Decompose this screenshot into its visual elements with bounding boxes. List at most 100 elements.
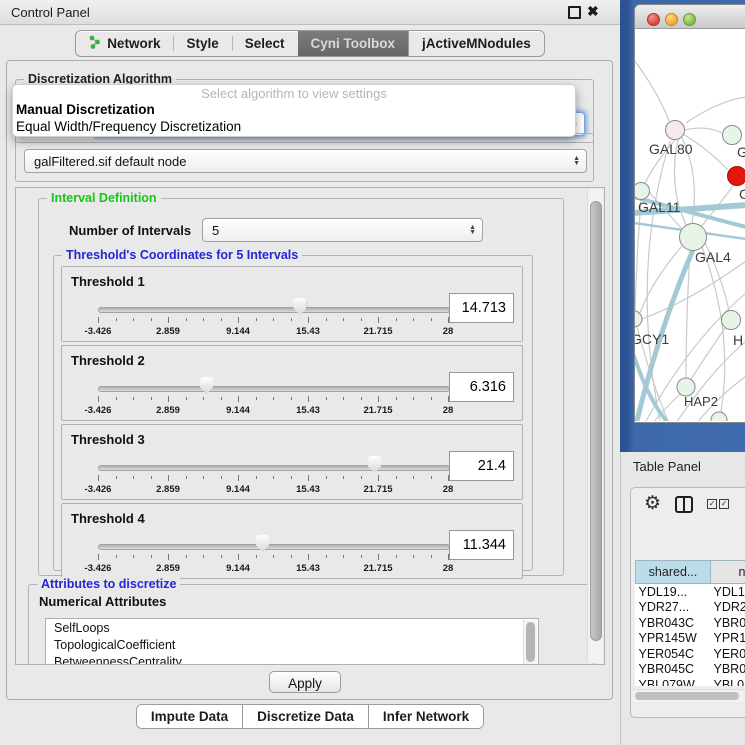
popup-prompt-item[interactable]: Select algorithm to view settings bbox=[13, 85, 575, 102]
tick-mark bbox=[238, 554, 239, 560]
settings-scrollbar[interactable] bbox=[587, 189, 603, 663]
algorithm-dropdown-popup: Select algorithm to view settings Manual… bbox=[12, 84, 576, 137]
number-of-intervals-combobox[interactable]: 5 ▲▼ bbox=[202, 218, 483, 242]
tick-label: 2.859 bbox=[156, 484, 180, 495]
threshold-value-field[interactable]: 14.713 bbox=[449, 293, 514, 323]
cell-name[interactable]: YPR1 bbox=[711, 631, 745, 647]
table-row[interactable]: YER054CYER0 bbox=[636, 646, 745, 662]
tick-mark bbox=[203, 555, 204, 558]
node-red bbox=[728, 167, 745, 186]
scrollbar-thumb[interactable] bbox=[590, 201, 602, 641]
cell-name[interactable]: YER0 bbox=[711, 646, 745, 662]
close-icon[interactable]: ✖ bbox=[587, 3, 599, 20]
tab-network[interactable]: Network bbox=[76, 31, 173, 56]
checkbox-icon[interactable]: ✓ bbox=[707, 499, 717, 509]
table-row[interactable]: YBL079WYBL0 bbox=[636, 677, 745, 686]
cell-name[interactable]: YBL0 bbox=[711, 677, 745, 686]
tick-mark bbox=[431, 555, 432, 558]
scrollbar-thumb[interactable] bbox=[526, 622, 535, 662]
tick-label: 28 bbox=[443, 405, 454, 416]
cell-name[interactable]: YBR0 bbox=[711, 615, 745, 631]
cell-name[interactable]: YDR2 bbox=[711, 600, 745, 616]
column-header-name[interactable]: n bbox=[711, 561, 745, 584]
table-row[interactable]: YBR043CYBR0 bbox=[636, 615, 745, 631]
column-header-shared-name[interactable]: shared... bbox=[636, 561, 711, 584]
tab-jactivemnodules[interactable]: jActiveMNodules bbox=[408, 31, 544, 56]
tick-label: 28 bbox=[443, 484, 454, 495]
settings-scrollpane: Interval Definition Number of Intervals … bbox=[15, 187, 605, 665]
tick-mark bbox=[221, 555, 222, 558]
tab-discretize-data[interactable]: Discretize Data bbox=[243, 705, 368, 728]
tick-label: 9.144 bbox=[226, 326, 250, 337]
attribute-list-item[interactable]: BetweennessCentrality bbox=[46, 653, 538, 665]
tab-style[interactable]: Style bbox=[173, 31, 231, 56]
threshold-value-field[interactable]: 11.344 bbox=[449, 530, 514, 560]
node-label-partial-top: GA bbox=[737, 144, 745, 160]
cell-name[interactable]: YBR0 bbox=[711, 662, 745, 678]
control-panel-titlebar[interactable]: Control Panel ✖ bbox=[0, 0, 620, 25]
tab-impute-data[interactable]: Impute Data bbox=[137, 705, 243, 728]
cell-shared-name[interactable]: YPR145W bbox=[636, 631, 711, 647]
table-data-combobox[interactable]: galFiltered.sif default node ▲▼ bbox=[24, 149, 587, 173]
tick-mark bbox=[133, 318, 134, 321]
tick-mark bbox=[361, 318, 362, 321]
tick-label: 15.43 bbox=[296, 326, 320, 337]
tick-mark bbox=[273, 318, 274, 321]
tick-mark bbox=[413, 318, 414, 321]
split-view-icon[interactable] bbox=[675, 496, 693, 513]
tab-infer-network[interactable]: Infer Network bbox=[368, 705, 483, 728]
cell-shared-name[interactable]: YBL079W bbox=[636, 677, 711, 686]
tick-mark bbox=[203, 476, 204, 479]
tick-mark bbox=[326, 397, 327, 400]
zoom-traffic-light-icon[interactable] bbox=[683, 13, 696, 26]
table-row[interactable]: YDL19...YDL1 bbox=[636, 584, 745, 600]
cell-shared-name[interactable]: YDL19... bbox=[636, 584, 711, 600]
tab-cyni-toolbox[interactable]: Cyni Toolbox bbox=[298, 31, 409, 56]
cell-name[interactable]: YDL1 bbox=[711, 584, 745, 600]
table-row[interactable]: YBR045CYBR0 bbox=[636, 662, 745, 678]
attribute-list-item[interactable]: TopologicalCoefficient bbox=[46, 636, 538, 653]
network-graph[interactable]: GAL80 GA C GAL11 GAL4 GCY1 H HAP2 bbox=[635, 28, 745, 421]
tab-select[interactable]: Select bbox=[232, 31, 298, 56]
popup-item-equal-width-frequency[interactable]: Equal Width/Frequency Discretization bbox=[13, 119, 575, 136]
tick-mark bbox=[116, 397, 117, 400]
cell-shared-name[interactable]: YER054C bbox=[636, 646, 711, 662]
float-window-icon[interactable] bbox=[568, 6, 581, 19]
network-window-titlebar[interactable] bbox=[635, 5, 745, 29]
tick-mark bbox=[273, 555, 274, 558]
threshold-slider[interactable] bbox=[98, 465, 450, 471]
tick-mark bbox=[256, 318, 257, 321]
popup-item-manual-discretization[interactable]: Manual Discretization bbox=[13, 102, 575, 119]
table-horizontal-scrollbar[interactable] bbox=[633, 689, 745, 702]
cell-shared-name[interactable]: YBR045C bbox=[636, 662, 711, 678]
tick-mark bbox=[238, 396, 239, 402]
threshold-value-field[interactable]: 6.316 bbox=[449, 372, 514, 402]
threshold-value-field[interactable]: 21.4 bbox=[449, 451, 514, 481]
gear-icon[interactable]: ⚙ bbox=[644, 495, 661, 513]
cell-shared-name[interactable]: YDR27... bbox=[636, 600, 711, 616]
tick-mark bbox=[308, 396, 309, 402]
table-row[interactable]: YPR145WYPR1 bbox=[636, 631, 745, 647]
tick-mark bbox=[133, 476, 134, 479]
threshold-slider[interactable] bbox=[98, 544, 450, 550]
tick-mark bbox=[221, 397, 222, 400]
tick-label: 15.43 bbox=[296, 405, 320, 416]
threshold-panel: Threshold 1 -3.4262.8599.14415.4321.7152… bbox=[61, 266, 523, 342]
apply-button[interactable]: Apply bbox=[269, 671, 341, 693]
threshold-slider[interactable] bbox=[98, 307, 450, 313]
checkbox-icon[interactable]: ✓ bbox=[719, 499, 729, 509]
minimize-traffic-light-icon[interactable] bbox=[665, 13, 678, 26]
network-view-window[interactable]: GAL80 GA C GAL11 GAL4 GCY1 H HAP2 bbox=[634, 4, 745, 423]
threshold-slider[interactable] bbox=[98, 386, 450, 392]
tick-mark bbox=[343, 318, 344, 321]
close-traffic-light-icon[interactable] bbox=[647, 13, 660, 26]
attribute-list-item[interactable]: SelfLoops bbox=[46, 619, 538, 636]
tick-mark bbox=[221, 476, 222, 479]
scrollbar-thumb[interactable] bbox=[635, 692, 739, 700]
table-row[interactable]: YDR27...YDR2 bbox=[636, 600, 745, 616]
cell-shared-name[interactable]: YBR043C bbox=[636, 615, 711, 631]
column-visibility-checkboxes[interactable]: ✓ ✓ bbox=[707, 499, 729, 509]
numerical-attributes-list[interactable]: SelfLoopsTopologicalCoefficientBetweenne… bbox=[45, 618, 539, 665]
list-scrollbar[interactable] bbox=[523, 620, 537, 664]
tick-label: -3.426 bbox=[85, 405, 112, 416]
